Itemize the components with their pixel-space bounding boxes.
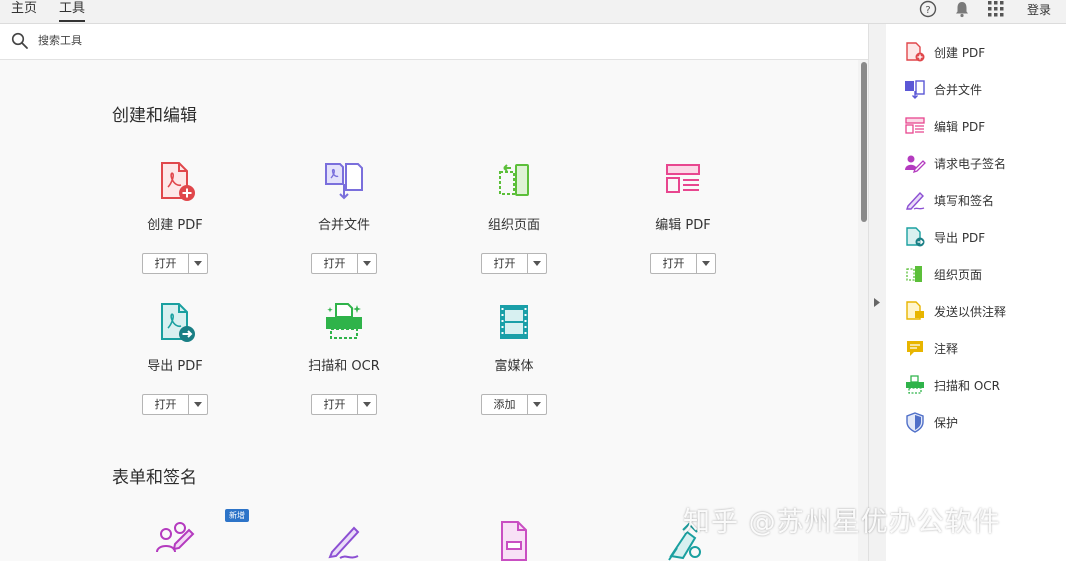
right-pane-item-label: 组织页面 [934,267,983,282]
right-pane-item-label: 合并文件 [934,82,983,97]
request-esign-icon [905,155,926,174]
tool-label: 富媒体 [494,359,534,374]
combine-files-icon [325,163,363,200]
combine-files-icon [905,80,925,99]
tab-tools[interactable]: 工具 [59,0,86,22]
chevron-down-icon[interactable] [358,254,376,273]
right-pane-item-comment[interactable]: 注释 [904,337,958,359]
export-pdf-icon [906,227,925,247]
section-title-create-edit: 创建和编辑 [112,106,197,126]
right-pane-item-scan-ocr[interactable]: 扫描和 OCR [904,374,1000,396]
edit-pdf-icon [666,164,700,193]
tools-main-area: 创建和编辑 创建 PDF 打开 合并文件 打开 组织页面 打开 编辑 PDF 打… [0,60,858,561]
right-pane-item-send-for-comment[interactable]: 发送以供注释 [904,300,1006,322]
tool-combine-files[interactable]: 合并文件 打开 [274,160,414,274]
open-button[interactable]: 打开 [142,394,208,415]
tool-edit-pdf[interactable]: 编辑 PDF 打开 [613,160,753,274]
right-pane-item-label: 发送以供注释 [934,304,1007,319]
tool-create-pdf[interactable]: 创建 PDF 打开 [105,160,245,274]
bell-icon[interactable] [952,0,972,18]
right-pane-item-label: 注释 [934,341,959,356]
fill-sign-icon [906,191,925,210]
organize-pages-icon [499,164,529,196]
scan-ocr-icon [326,303,362,339]
tool-request-esign[interactable] [105,518,245,561]
tool-organize-pages[interactable]: 组织页面 打开 [444,160,584,274]
export-pdf-icon [161,303,195,342]
right-pane-item-export-pdf[interactable]: 导出 PDF [904,226,985,248]
organize-pages-icon [906,266,922,282]
chevron-down-icon[interactable] [189,395,207,414]
tool-label: 合并文件 [317,218,370,233]
help-icon[interactable]: ? [918,0,938,18]
edit-pdf-icon [905,117,925,134]
tool-label: 组织页面 [487,218,540,233]
chevron-down-icon[interactable] [697,254,715,273]
protect-icon [906,412,924,433]
comment-icon [907,341,923,356]
section-title-forms-signatures: 表单和签名 [112,468,197,488]
rich-media-icon [500,305,528,339]
chevron-down-icon[interactable] [358,395,376,414]
right-pane-item-label: 填写和签名 [934,193,995,208]
open-button[interactable]: 打开 [142,253,208,274]
tool-fill-sign[interactable] [274,518,414,561]
right-pane-item-label: 请求电子签名 [934,156,1007,171]
open-button[interactable]: 打开 [311,394,377,415]
tab-home[interactable]: 主页 [11,0,37,17]
tool-label: 导出 PDF [147,359,203,374]
open-button[interactable]: 打开 [481,253,547,274]
right-pane-item-label: 导出 PDF [934,230,986,245]
new-badge: 新增 [225,509,249,522]
prepare-form-icon [501,521,527,561]
send-comment-icon [906,301,924,320]
fill-sign-icon [328,526,360,559]
login-link[interactable]: 登录 [1027,1,1051,18]
search-icon [11,32,29,54]
chevron-down-icon[interactable] [528,395,546,414]
watermark: 知乎 @苏州星优办公软件 [683,507,1001,538]
right-pane-item-organize-pages[interactable]: 组织页面 [904,263,982,285]
tool-prepare-form[interactable] [444,518,584,561]
chevron-down-icon[interactable] [528,254,546,273]
tool-label: 编辑 PDF [655,218,711,233]
scan-ocr-icon [906,375,924,394]
right-pane-item-request-esign[interactable]: 请求电子签名 [904,152,1006,174]
tool-scan-ocr[interactable]: 扫描和 OCR 打开 [274,301,414,415]
right-pane-item-label: 创建 PDF [934,45,986,60]
apps-grid-icon[interactable] [986,0,1006,18]
chevron-down-icon[interactable] [189,254,207,273]
tool-label: 创建 PDF [147,218,203,233]
create-pdf-icon [161,162,195,201]
right-pane-item-create-pdf[interactable]: 创建 PDF [904,41,985,63]
right-pane-item-label: 编辑 PDF [934,119,986,134]
tool-label: 扫描和 OCR [308,359,380,374]
add-button[interactable]: 添加 [481,394,547,415]
search-input[interactable] [36,33,340,48]
tool-export-pdf[interactable]: 导出 PDF 打开 [105,301,245,415]
scrollbar-thumb[interactable] [861,62,867,222]
open-button[interactable]: 打开 [650,253,716,274]
right-pane-item-edit-pdf[interactable]: 编辑 PDF [904,115,985,137]
tool-rich-media[interactable]: 富媒体 添加 [444,301,584,415]
top-bar: 主页 工具 ? 登录 [0,0,1066,24]
right-pane-item-protect[interactable]: 保护 [904,411,958,433]
right-pane-item-label: 扫描和 OCR [934,378,1000,393]
right-pane-item-label: 保护 [934,415,959,430]
right-pane-collapse-handle[interactable] [868,24,887,561]
open-button[interactable]: 打开 [311,253,377,274]
right-pane-item-combine-files[interactable]: 合并文件 [904,78,982,100]
request-esign-icon [156,522,195,553]
chevron-right-icon[interactable] [874,292,880,311]
right-tools-pane: 创建 PDF 合并文件 编辑 PDF 请求电子签名 填写和签名 导出 PDF 组… [886,24,1066,561]
right-pane-item-fill-sign[interactable]: 填写和签名 [904,189,994,211]
search-bar [0,24,868,60]
create-pdf-icon [906,42,925,62]
svg-text:?: ? [925,5,930,16]
